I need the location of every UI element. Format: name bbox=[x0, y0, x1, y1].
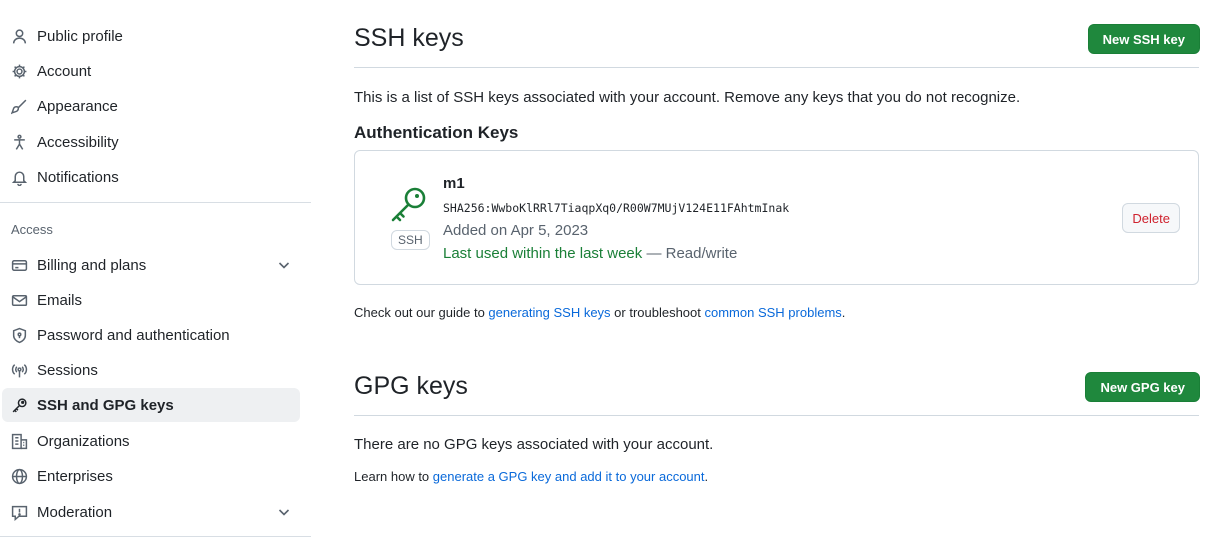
key-added-date: Added on Apr 5, 2023 bbox=[443, 222, 589, 239]
gpg-header-divider bbox=[354, 415, 1199, 416]
sidebar-item-label: Accessibility bbox=[37, 133, 119, 151]
sidebar-item-label: Sessions bbox=[37, 361, 98, 379]
sidebar-item-label: Password and authentication bbox=[37, 326, 230, 344]
sidebar-item-account[interactable]: Account bbox=[2, 54, 300, 88]
authentication-keys-heading: Authentication Keys bbox=[354, 123, 519, 142]
main-content: SSH keys New SSH key This is a list of S… bbox=[354, 0, 1200, 538]
key-last-used: Last used within the last week — Read/wr… bbox=[443, 245, 737, 262]
ssh-keys-title: SSH keys bbox=[354, 24, 464, 52]
sidebar-item-label: Emails bbox=[37, 291, 83, 309]
gpg-empty-message: There are no GPG keys associated with yo… bbox=[354, 436, 714, 453]
new-ssh-key-button[interactable]: New SSH key bbox=[1087, 24, 1200, 54]
sidebar-item-label: Billing and plans bbox=[37, 256, 147, 274]
sidebar-item-label: Organizations bbox=[37, 432, 130, 450]
guide-suffix: . bbox=[841, 305, 846, 320]
guide-prefix: Check out our guide to bbox=[354, 305, 489, 320]
sidebar-section-access: Access bbox=[11, 222, 53, 237]
credit-card-icon bbox=[10, 256, 28, 274]
gpg-learn-text: Learn how to generate a GPG key and add … bbox=[354, 469, 708, 484]
sidebar-item-billing[interactable]: Billing and plans bbox=[2, 248, 300, 282]
sidebar-item-label: Appearance bbox=[37, 97, 118, 115]
key-access-level: — Read/write bbox=[646, 245, 738, 262]
paintbrush-icon bbox=[10, 97, 28, 115]
sidebar-item-label: Notifications bbox=[37, 168, 119, 186]
sidebar-item-sessions[interactable]: Sessions bbox=[2, 353, 300, 387]
bell-icon bbox=[10, 168, 28, 186]
learn-prefix: Learn how to bbox=[354, 469, 433, 484]
key-icon bbox=[391, 187, 426, 222]
sidebar-item-moderation[interactable]: Moderation bbox=[2, 495, 300, 529]
key-title: m1 bbox=[443, 175, 465, 192]
generate-gpg-key-link[interactable]: generate a GPG key and add it to your ac… bbox=[433, 469, 705, 484]
new-gpg-key-button[interactable]: New GPG key bbox=[1085, 372, 1200, 402]
globe-icon bbox=[10, 467, 28, 485]
gear-icon bbox=[10, 62, 28, 80]
key-last-used-status: Last used within the last week bbox=[443, 245, 643, 262]
sidebar-item-label: Enterprises bbox=[37, 467, 113, 485]
sidebar-item-public-profile[interactable]: Public profile bbox=[2, 19, 300, 53]
person-icon bbox=[10, 27, 28, 45]
sidebar-item-label: Account bbox=[37, 62, 92, 80]
sidebar-item-password[interactable]: Password and authentication bbox=[2, 318, 300, 352]
sidebar-item-label: SSH and GPG keys bbox=[37, 396, 174, 414]
sidebar-item-ssh-gpg-keys[interactable]: SSH and GPG keys bbox=[2, 388, 300, 422]
sidebar-divider bbox=[0, 536, 311, 537]
sidebar-item-enterprises[interactable]: Enterprises bbox=[2, 459, 300, 493]
chevron-down-icon[interactable] bbox=[276, 257, 292, 273]
sidebar-item-organizations[interactable]: Organizations bbox=[2, 424, 300, 458]
generating-ssh-keys-link[interactable]: generating SSH keys bbox=[488, 305, 610, 320]
sidebar-item-accessibility[interactable]: Accessibility bbox=[2, 125, 300, 159]
ssh-header-divider bbox=[354, 67, 1199, 68]
settings-sidebar: Public profile Account Appearance Access… bbox=[0, 0, 312, 538]
sidebar-item-label: Public profile bbox=[37, 27, 123, 45]
accessibility-icon bbox=[10, 133, 28, 151]
sidebar-item-emails[interactable]: Emails bbox=[2, 283, 300, 317]
delete-key-button[interactable]: Delete bbox=[1122, 203, 1180, 233]
key-icon bbox=[10, 396, 28, 414]
ssh-description: This is a list of SSH keys associated wi… bbox=[354, 89, 1021, 106]
ssh-badge: SSH bbox=[391, 230, 430, 250]
organization-icon bbox=[10, 432, 28, 450]
key-fingerprint: SHA256:WwboKlRRl7TiaqpXq0/R00W7MUjV124E1… bbox=[443, 201, 790, 215]
guide-middle: or troubleshoot bbox=[610, 305, 705, 320]
shield-lock-icon bbox=[10, 326, 28, 344]
sidebar-item-notifications[interactable]: Notifications bbox=[2, 160, 300, 194]
chevron-down-icon[interactable] bbox=[276, 504, 292, 520]
report-icon bbox=[10, 503, 28, 521]
mail-icon bbox=[10, 291, 28, 309]
gpg-keys-title: GPG keys bbox=[354, 372, 468, 400]
common-ssh-problems-link[interactable]: common SSH problems bbox=[705, 305, 842, 320]
ssh-guide-text: Check out our guide to generating SSH ke… bbox=[354, 305, 845, 320]
ssh-key-item: SSH m1 SHA256:WwboKlRRl7TiaqpXq0/R00W7MU… bbox=[354, 150, 1199, 285]
sidebar-divider bbox=[0, 202, 311, 203]
sidebar-item-appearance[interactable]: Appearance bbox=[2, 89, 300, 123]
learn-suffix: . bbox=[704, 469, 709, 484]
sidebar-item-label: Moderation bbox=[37, 503, 113, 521]
broadcast-icon bbox=[10, 361, 28, 379]
